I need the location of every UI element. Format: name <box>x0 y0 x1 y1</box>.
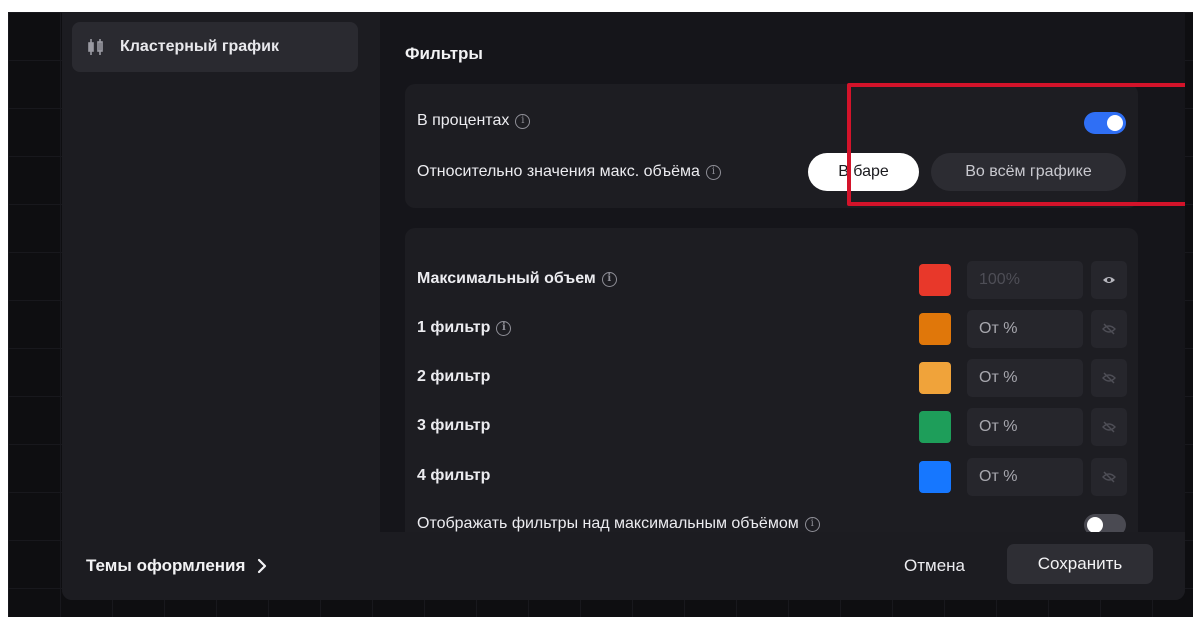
eye-off-icon[interactable] <box>1091 458 1127 496</box>
settings-main-panel: Фильтры В процентах i Относительно значе… <box>380 12 1185 532</box>
color-swatch-filter-2[interactable] <box>919 362 951 394</box>
percent-input-filter-1[interactable]: От % <box>967 310 1083 348</box>
eye-icon[interactable] <box>1091 261 1127 299</box>
relative-row: Относительно значения макс. объёма i <box>417 163 721 181</box>
percent-row: В процентах i <box>417 112 531 130</box>
percent-input-filter-3[interactable]: От % <box>967 408 1083 446</box>
relative-label: Относительно значения макс. объёма <box>417 163 700 180</box>
filter-row-3: 3 фильтр <box>417 417 490 435</box>
themes-label: Темы оформления <box>86 556 246 575</box>
filter-row-max-volume: Максимальный объем i <box>417 270 617 288</box>
section-title: Фильтры <box>405 44 483 63</box>
percent-input-filter-4[interactable]: От % <box>967 458 1083 496</box>
segment-whole-chart-button[interactable]: Во всём графике <box>931 153 1126 191</box>
sidebar-item-cluster-chart[interactable]: Кластерный график <box>72 22 358 72</box>
color-swatch-max-volume[interactable] <box>919 264 951 296</box>
segment-in-bar-button[interactable]: В баре <box>808 153 919 191</box>
filter-row-4: 4 фильтр <box>417 467 490 485</box>
candlestick-chart-icon <box>86 37 106 57</box>
settings-sidebar: Кластерный график <box>62 12 380 532</box>
filter-label: 2 фильтр <box>417 368 491 385</box>
eye-off-icon[interactable] <box>1091 359 1127 397</box>
filter-label: 4 фильтр <box>417 467 491 484</box>
percent-settings-card: В процентах i Относительно значения макс… <box>405 84 1138 208</box>
show-above-label: Отображать фильтры над максимальным объё… <box>417 515 799 532</box>
sidebar-item-label: Кластерный график <box>120 38 280 55</box>
filter-row-2: 2 фильтр <box>417 368 490 386</box>
show-above-toggle[interactable] <box>1084 514 1126 532</box>
filter-label: 3 фильтр <box>417 417 491 434</box>
info-icon[interactable]: i <box>515 113 531 129</box>
percent-input-filter-2[interactable]: От % <box>967 359 1083 397</box>
app-frame: Кластерный график Фильтры В процентах i … <box>8 12 1193 617</box>
show-above-row: Отображать фильтры над максимальным объё… <box>417 515 820 532</box>
save-button[interactable]: Сохранить <box>1007 544 1153 584</box>
color-swatch-filter-4[interactable] <box>919 461 951 493</box>
eye-off-icon[interactable] <box>1091 408 1127 446</box>
info-icon[interactable]: i <box>804 516 820 532</box>
filter-label: Максимальный объем <box>417 270 596 287</box>
cancel-button[interactable]: Отмена <box>904 556 965 576</box>
filters-card: Максимальный объем i 100% 1 фильтр i От … <box>405 228 1138 532</box>
filter-label: 1 фильтр <box>417 319 491 336</box>
info-icon[interactable]: i <box>601 271 617 287</box>
eye-off-icon[interactable] <box>1091 310 1127 348</box>
info-icon[interactable]: i <box>705 164 721 180</box>
toggle-knob <box>1087 517 1103 532</box>
themes-link[interactable]: Темы оформления <box>86 556 267 576</box>
percent-toggle[interactable] <box>1084 112 1126 134</box>
toggle-knob <box>1107 115 1123 131</box>
percent-label: В процентах <box>417 112 510 129</box>
chevron-right-icon <box>257 558 267 574</box>
settings-dialog: Кластерный график Фильтры В процентах i … <box>62 12 1185 600</box>
filter-row-1: 1 фильтр i <box>417 319 512 337</box>
color-swatch-filter-1[interactable] <box>919 313 951 345</box>
info-icon[interactable]: i <box>496 320 512 336</box>
percent-input-max-volume: 100% <box>967 261 1083 299</box>
dialog-footer: Темы оформления Отмена Сохранить <box>62 532 1185 600</box>
color-swatch-filter-3[interactable] <box>919 411 951 443</box>
